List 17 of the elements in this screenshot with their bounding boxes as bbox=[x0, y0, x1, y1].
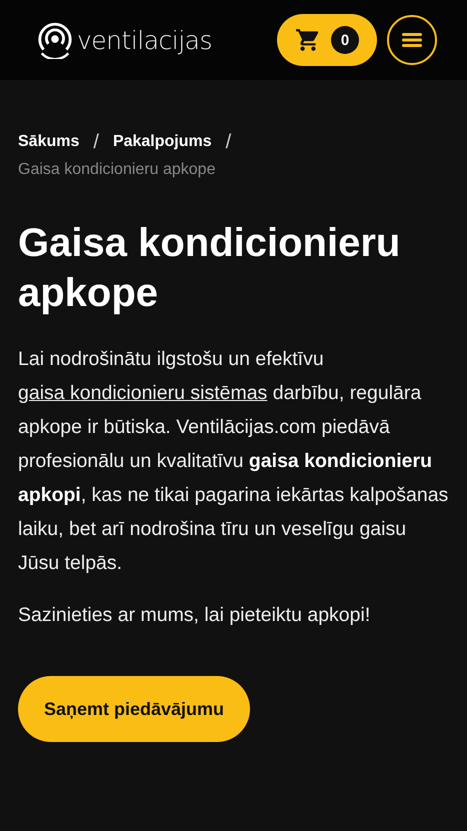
menu-icon bbox=[402, 32, 422, 48]
menu-button[interactable] bbox=[387, 15, 437, 65]
logo-icon bbox=[36, 21, 74, 59]
logo-text: ventilacijas bbox=[77, 26, 212, 54]
cart-button[interactable]: 0 bbox=[277, 14, 377, 66]
breadcrumb-separator: / bbox=[226, 130, 232, 155]
systems-link[interactable]: gaisa kondicionieru sistēmas bbox=[18, 382, 268, 404]
cart-count: 0 bbox=[331, 26, 359, 54]
contact-text: Sazinieties ar mums, lai pieteiktu apkopi! bbox=[18, 603, 372, 628]
intro-paragraph: Lai nodrošinātu ilgstošu un efektīvu gaisa kondicionieru sistēmas darbību, regulāra apkope ir būtiska. Ventilācijas.com piedāvā profesionālu un kvalitatīvu gaisa kondicionieru apkopi, kas ne tikai pagarina iekārtas kalpošanas laiku, bet arī nodrošina tīru un veselīgu gaisu Jūsu telpās. bbox=[18, 347, 449, 576]
breadcrumb-link[interactable]: Sākums bbox=[18, 128, 80, 156]
cart-icon bbox=[295, 27, 321, 53]
quote-button[interactable]: Saņemt piedāvājumu bbox=[18, 676, 250, 742]
breadcrumb-link[interactable]: Pakalpojums bbox=[112, 128, 212, 156]
breadcrumb-separator: / bbox=[93, 130, 99, 155]
page-title: Gaisa kondicionieru apkope bbox=[18, 220, 402, 317]
breadcrumb-current: Gaisa kondicionieru apkope bbox=[18, 160, 216, 180]
